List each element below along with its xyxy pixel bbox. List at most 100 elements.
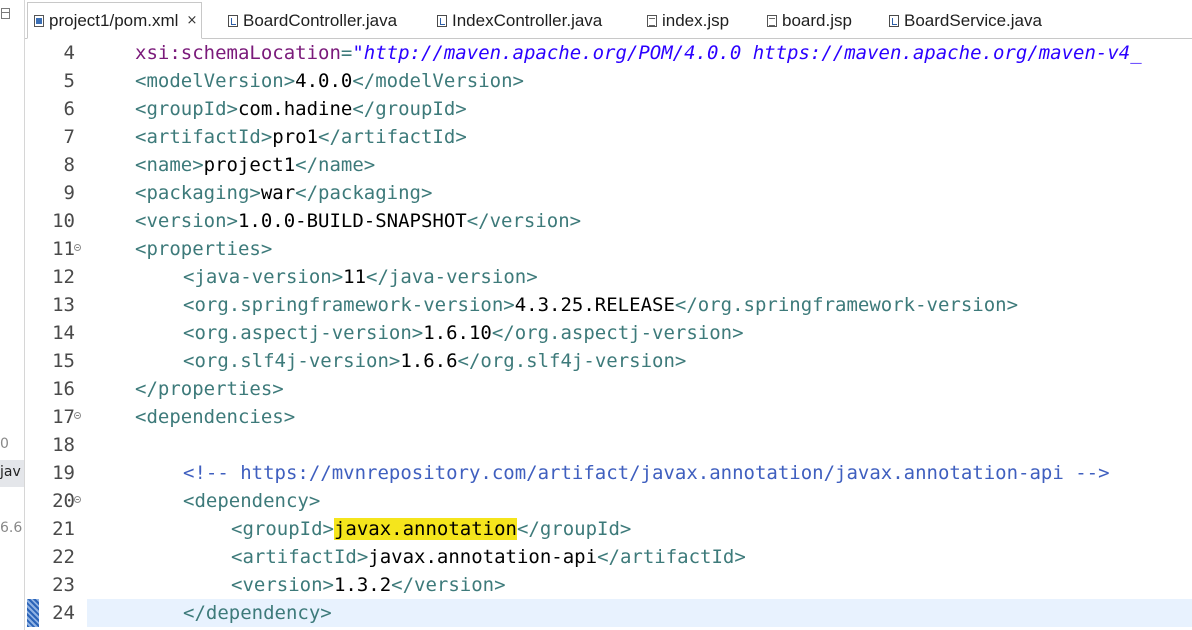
xml-tag: </modelVersion> (352, 70, 524, 92)
xml-tag: </java-version> (366, 266, 538, 288)
tab-boardcontroller-java[interactable]: BoardController.java (228, 4, 397, 38)
code-line[interactable]: 8 <name>project1</name> (25, 151, 1192, 179)
code-line[interactable]: 21 <groupId>javax.annotation</groupId> (25, 515, 1192, 543)
code-line[interactable]: 9 <packaging>war</packaging> (25, 179, 1192, 207)
code-text: </properties> (135, 378, 284, 400)
line-number-gutter: 13 (25, 291, 87, 319)
tab-label: index.jsp (662, 11, 730, 30)
tab-index-jsp[interactable]: index.jsp (647, 4, 729, 38)
code-line[interactable]: 12 <java-version>11</java-version> (25, 263, 1192, 291)
tab-board-jsp[interactable]: board.jsp (767, 4, 852, 38)
package-explorer-edge: 0 jav 6.6 (0, 0, 25, 630)
line-number: 6 (63, 98, 75, 120)
code-line[interactable]: 22 <artifactId>javax.annotation-api</arti… (25, 543, 1192, 571)
xml-attribute-value: "http://maven.apache.org/POM/4.0.0 https… (352, 42, 1142, 64)
code-text: <version>1.0.0-BUILD-SNAPSHOT</version> (135, 210, 581, 232)
xml-comment: <!-- https://mvnrepository.com/artifact/… (183, 462, 1110, 484)
line-number: 5 (63, 70, 75, 92)
xml-tag: </groupId> (516, 518, 632, 540)
line-number-gutter: 7 (25, 123, 87, 151)
tab-indexcontroller-java[interactable]: IndexController.java (437, 4, 602, 38)
xml-tag: </org.aspectj-version> (491, 322, 744, 344)
tree-fragment[interactable]: jav (0, 464, 21, 480)
code-text: <packaging>war</packaging> (135, 182, 432, 204)
code-text: <artifactId>javax.annotation-api</artifa… (231, 546, 746, 568)
xml-element-value: 1.6.10 (423, 322, 492, 344)
line-number-gutter: 10 (25, 207, 87, 235)
xml-element-value: 1.0.0-BUILD-SNAPSHOT (237, 210, 467, 232)
code-text: <!-- https://mvnrepository.com/artifact/… (183, 462, 1110, 484)
code-text: <org.springframework-version>4.3.25.RELE… (183, 294, 1018, 316)
xml-tag: <groupId> (231, 518, 334, 540)
code-editor[interactable]: 4 xsi:schemaLocation="http://maven.apache… (25, 39, 1192, 630)
line-number: 10 (52, 210, 75, 232)
line-number-gutter: 14 (25, 319, 87, 347)
code-line[interactable]: 23 <version>1.3.2</version> (25, 571, 1192, 599)
line-number-gutter: 18 (25, 431, 87, 459)
xml-attribute-name: xsi:schemaLocation (135, 42, 341, 64)
tab-boardservice-java[interactable]: BoardService.java (889, 4, 1042, 38)
xml-element-value: javax.annotation (333, 518, 517, 540)
code-line[interactable]: 24 </dependency> (25, 599, 1192, 627)
xml-tag: </name> (295, 154, 376, 176)
code-line[interactable]: 16 </properties> (25, 375, 1192, 403)
fold-toggle-icon[interactable] (74, 412, 81, 419)
xml-element-value: 4.0.0 (295, 70, 353, 92)
line-number-gutter: 22 (25, 543, 87, 571)
xml-tag: <org.aspectj-version> (183, 322, 424, 344)
xml-tag: </org.springframework-version> (674, 294, 1019, 316)
code-text: <name>project1</name> (135, 154, 375, 176)
line-number-gutter: 21 (25, 515, 87, 543)
xml-tag: <properties> (135, 238, 273, 260)
line-number-gutter: 6 (25, 95, 87, 123)
xml-file-icon (34, 14, 44, 27)
code-text: <groupId>com.hadine</groupId> (135, 98, 467, 120)
code-line[interactable]: 4 xsi:schemaLocation="http://maven.apache… (25, 39, 1192, 67)
xml-tag: <org.slf4j-version> (183, 350, 401, 372)
tree-fragment: 0 (0, 436, 9, 452)
xml-element-value: 1.3.2 (333, 574, 392, 596)
code-line[interactable]: 20 <dependency> (25, 487, 1192, 515)
line-number: 7 (63, 126, 75, 148)
line-number: 9 (63, 182, 75, 204)
xml-element-value: war (260, 182, 296, 204)
code-line[interactable]: 15 <org.slf4j-version>1.6.6</org.slf4j-ve… (25, 347, 1192, 375)
tab-label: IndexController.java (452, 11, 603, 30)
code-line[interactable]: 5 <modelVersion>4.0.0</modelVersion> (25, 67, 1192, 95)
xml-element-value: 11 (343, 266, 367, 288)
fold-toggle-icon[interactable] (74, 244, 81, 251)
code-line[interactable]: 11 <properties> (25, 235, 1192, 263)
line-number: 20 (52, 490, 75, 512)
line-number: 13 (52, 294, 75, 316)
code-line[interactable]: 7 <artifactId>pro1</artifactId> (25, 123, 1192, 151)
line-number-gutter: 15 (25, 347, 87, 375)
code-line[interactable]: 18 (25, 431, 1192, 459)
line-number: 11 (52, 238, 75, 260)
xml-tag: <artifactId> (135, 126, 273, 148)
line-number-gutter: 20 (25, 487, 87, 515)
fold-toggle-icon[interactable] (74, 496, 81, 503)
code-line[interactable]: 19 <!-- https://mvnrepository.com/artifac… (25, 459, 1192, 487)
close-icon[interactable]: × (186, 13, 197, 28)
xml-tag: <java-version> (183, 266, 344, 288)
code-line[interactable]: 6 <groupId>com.hadine</groupId> (25, 95, 1192, 123)
xml-element-value: pro1 (272, 126, 319, 148)
xml-element-value: com.hadine (237, 98, 353, 120)
xml-tag: </packaging> (295, 182, 433, 204)
code-text: <groupId>javax.annotation</groupId> (231, 518, 631, 540)
restore-view-icon[interactable] (1, 8, 10, 19)
line-number: 17 (52, 406, 75, 428)
xml-element-value: project1 (203, 154, 296, 176)
line-number: 22 (52, 546, 75, 568)
xml-tag: <modelVersion> (135, 70, 296, 92)
tab-label: project1/pom.xml (49, 10, 179, 30)
line-number: 12 (52, 266, 75, 288)
code-line[interactable]: 17 <dependencies> (25, 403, 1192, 431)
code-line[interactable]: 13 <org.springframework-version>4.3.25.RE… (25, 291, 1192, 319)
code-text: <dependency> (183, 490, 320, 512)
tab-pom-xml[interactable]: project1/pom.xml × (27, 2, 203, 39)
code-line[interactable]: 14 <org.aspectj-version>1.6.10</org.aspec… (25, 319, 1192, 347)
current-line-marker (27, 599, 39, 627)
code-line[interactable]: 10 <version>1.0.0-BUILD-SNAPSHOT</version… (25, 207, 1192, 235)
line-number: 8 (63, 154, 75, 176)
